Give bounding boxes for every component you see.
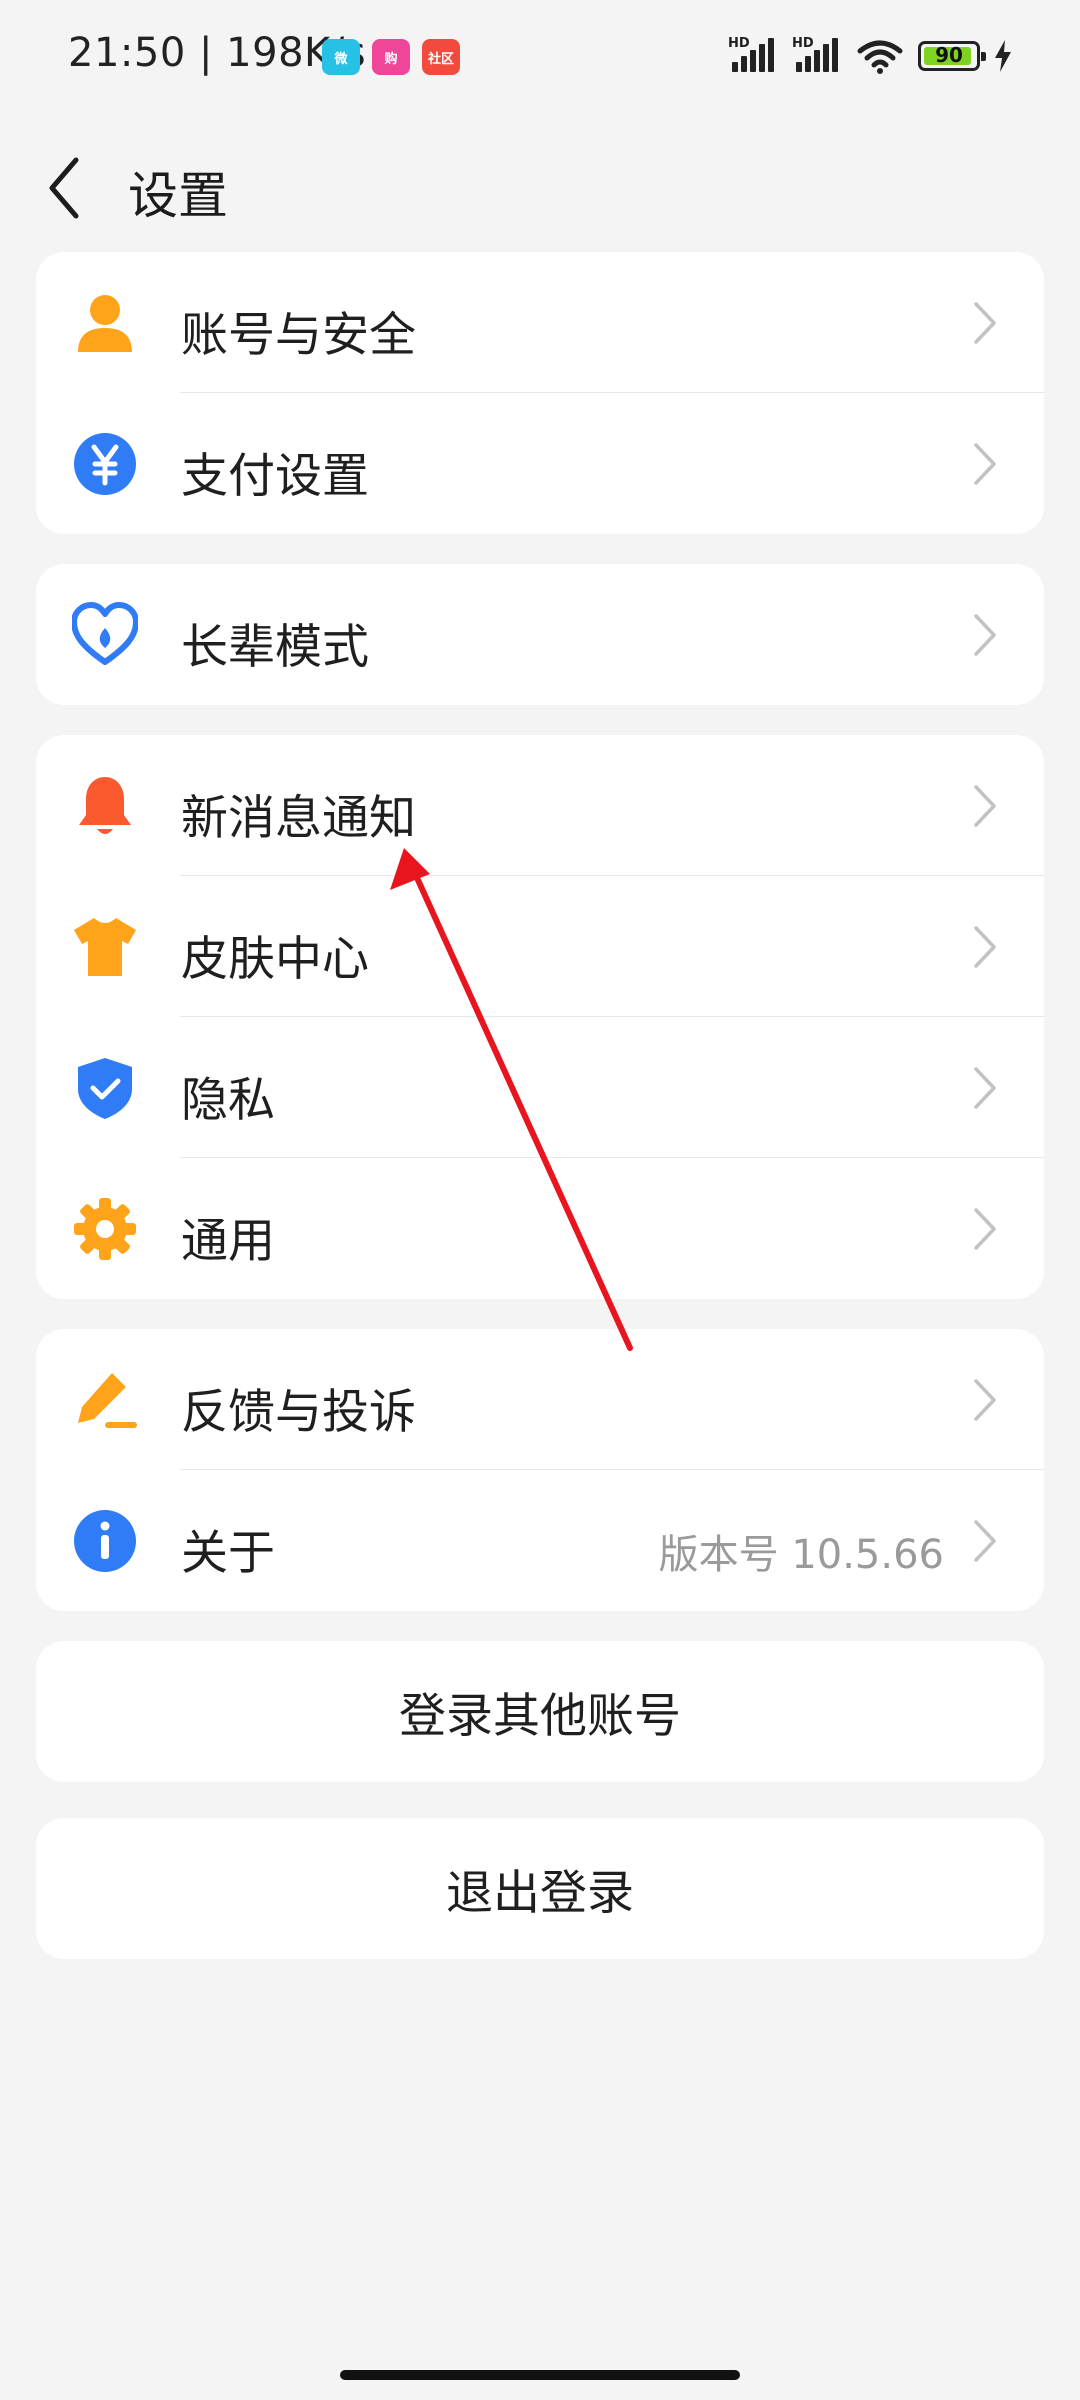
yuan-icon [74,433,136,495]
row-payment-settings[interactable]: 支付设置 [36,393,1044,534]
status-app-icon-3: 社区 [422,39,460,75]
chevron-right-icon [974,926,996,968]
info-icon [74,1510,136,1572]
status-app-icons: 微 购 社区 [322,39,460,75]
row-general[interactable]: 通用 [36,1158,1044,1299]
row-label: 支付设置 [181,449,369,504]
status-right: HD HD 90 [728,36,1012,76]
chevron-right-icon [974,785,996,827]
signal-icon-2: HD [792,36,842,76]
row-label: 账号与安全 [181,308,416,363]
row-skin-center[interactable]: 皮肤中心 [36,876,1044,1017]
row-label: 长辈模式 [181,620,369,675]
battery-level: 90 [935,43,963,67]
wifi-icon [857,40,903,74]
settings-group-account: 账号与安全 支付设置 [36,252,1044,534]
person-icon [78,295,132,352]
signal-icon: HD [728,36,778,76]
row-label: 关于 [181,1526,275,1581]
row-label: 皮肤中心 [181,932,369,987]
chevron-right-icon [974,1208,996,1250]
row-privacy[interactable]: 隐私 [36,1017,1044,1158]
row-notifications[interactable]: 新消息通知 [36,735,1044,876]
back-icon[interactable] [36,148,96,228]
shield-icon [78,1058,132,1119]
settings-group-support: 反馈与投诉 关于 版本号 10.5.66 [36,1329,1044,1611]
row-label: 隐私 [181,1073,275,1128]
bell-icon [79,777,131,834]
battery-icon: 90 [918,41,986,71]
row-feedback[interactable]: 反馈与投诉 [36,1329,1044,1470]
heart-icon [72,602,138,665]
status-app-icon-2: 购 [372,39,410,75]
settings-group-elder: 长辈模式 [36,564,1044,705]
pen-icon [78,1373,137,1428]
home-indicator[interactable] [340,2370,740,2380]
header: 设置 [0,118,1080,268]
row-label: 新消息通知 [181,791,416,846]
charging-icon [995,40,1011,72]
row-label: 通用 [181,1214,275,1269]
status-bar: 21:50 | 198K/s 微 购 社区 HD HD 90 [0,0,1080,118]
tshirt-icon [74,918,136,976]
chevron-right-icon [974,443,996,485]
gear-icon [74,1198,136,1260]
row-about[interactable]: 关于 版本号 10.5.66 [36,1470,1044,1611]
chevron-right-icon [974,1520,996,1562]
row-label: 反馈与投诉 [181,1385,416,1440]
row-account-security[interactable]: 账号与安全 [36,252,1044,393]
switch-account-button[interactable]: 登录其他账号 [36,1641,1044,1782]
chevron-right-icon [974,614,996,656]
logout-button[interactable]: 退出登录 [36,1818,1044,1959]
chevron-right-icon [974,1067,996,1109]
status-app-icon-1: 微 [322,39,360,75]
page-title: 设置 [128,167,228,225]
chevron-right-icon [974,302,996,344]
chevron-right-icon [974,1379,996,1421]
settings-group-general: 新消息通知 皮肤中心 隐私 通用 [36,735,1044,1299]
row-elder-mode[interactable]: 长辈模式 [36,564,1044,705]
version-value: 版本号 10.5.66 [658,1532,944,1578]
